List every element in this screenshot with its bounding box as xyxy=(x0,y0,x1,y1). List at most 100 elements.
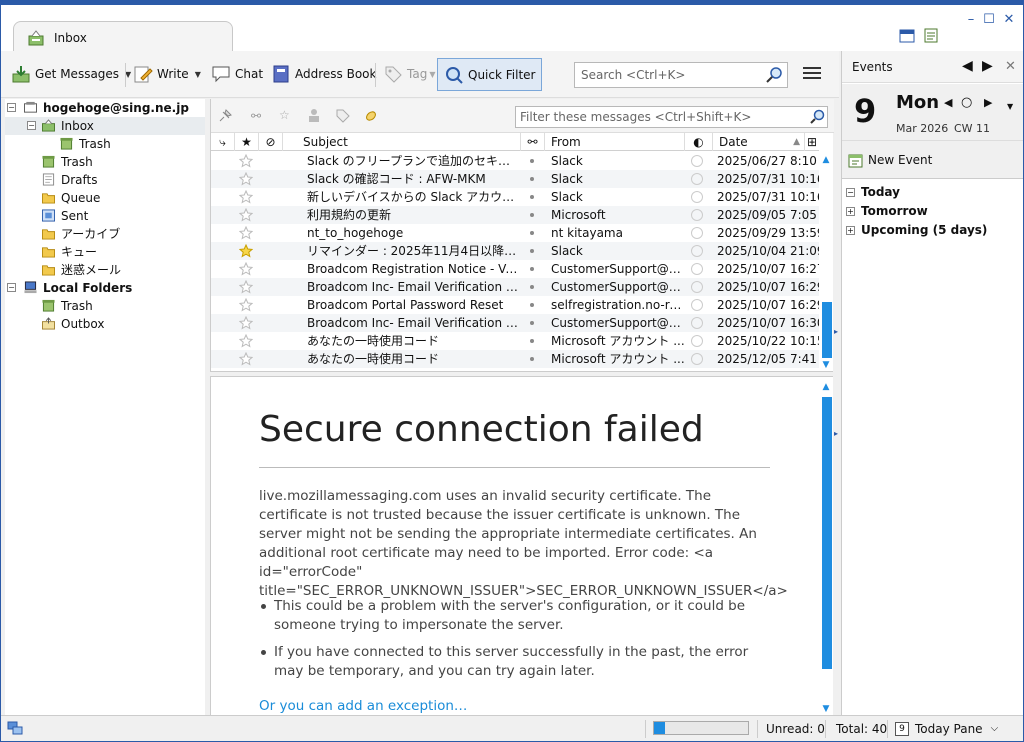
junk-status-icon[interactable] xyxy=(691,299,703,311)
folder-item[interactable]: Trash xyxy=(5,153,205,171)
calendar-tab-icon[interactable] xyxy=(899,27,915,43)
agenda-today[interactable]: − Today xyxy=(846,185,900,199)
read-status-icon[interactable] xyxy=(530,177,534,181)
collapse-arrow-icon[interactable]: ▸ xyxy=(834,429,838,438)
scroll-up-icon[interactable]: ▲ xyxy=(819,381,833,393)
message-pane-scrollbar[interactable]: ▲ ▼ xyxy=(819,379,833,715)
message-list-scrollbar[interactable]: ▲ ▼ xyxy=(819,152,833,371)
collapse-icon[interactable]: − xyxy=(27,121,36,130)
read-status-icon[interactable] xyxy=(530,249,534,253)
read-status-icon[interactable] xyxy=(530,231,534,235)
message-row[interactable]: あなたの一時使用コード Microsoft アカウント ... 2025/10/22… xyxy=(211,332,825,350)
message-row[interactable]: 利用規約の更新 Microsoft 2025/09/05 7:05 xyxy=(211,206,819,224)
junk-status-icon[interactable] xyxy=(691,191,703,203)
write-button[interactable]: Write ▼ xyxy=(133,59,201,89)
new-event-button[interactable]: New Event xyxy=(842,141,1023,179)
attachment-column-icon[interactable]: ⊘ xyxy=(259,133,283,151)
previous-day-icon[interactable]: ◀ xyxy=(944,96,952,109)
scroll-up-icon[interactable]: ▲ xyxy=(819,154,833,166)
next-icon[interactable]: ▶ xyxy=(982,58,993,74)
read-status-icon[interactable] xyxy=(530,195,534,199)
read-status-icon[interactable] xyxy=(530,321,534,325)
collapse-icon[interactable]: − xyxy=(7,283,16,292)
quick-filter-button[interactable]: Quick Filter xyxy=(437,58,543,91)
thread-toggle-icon[interactable]: ⚯ xyxy=(251,109,261,123)
date-column-header[interactable]: Date ▲ xyxy=(713,133,805,151)
next-day-icon[interactable]: ▶ xyxy=(984,96,992,109)
chevron-down-icon[interactable]: ▼ xyxy=(1007,102,1013,111)
subject-column-header[interactable]: Subject xyxy=(283,133,521,151)
sticky-pin-icon[interactable] xyxy=(217,108,233,127)
message-row[interactable]: Broadcom Inc- Email Verification Code Cus… xyxy=(211,314,825,332)
scroll-down-icon[interactable]: ▼ xyxy=(819,703,833,715)
folder-item[interactable]: アーカイブ xyxy=(5,225,205,243)
from-column-header[interactable]: From xyxy=(545,133,685,151)
tag-button[interactable]: Tag ▼ xyxy=(383,59,435,89)
online-status-icon[interactable] xyxy=(7,720,23,739)
junk-status-icon[interactable] xyxy=(691,227,703,239)
star-icon[interactable] xyxy=(238,333,254,348)
scrollbar-thumb[interactable] xyxy=(822,302,832,358)
folder-pane-splitter[interactable] xyxy=(205,99,209,715)
star-icon[interactable] xyxy=(238,207,254,222)
star-icon[interactable] xyxy=(238,315,254,330)
star-icon[interactable] xyxy=(238,297,254,312)
junk-status-icon[interactable] xyxy=(691,335,703,347)
folder-item[interactable]: Trash xyxy=(5,135,205,153)
minimize-icon[interactable]: – xyxy=(963,13,979,29)
read-status-icon[interactable] xyxy=(530,357,534,361)
folder-item[interactable]: − Inbox xyxy=(5,117,205,135)
junk-status-icon[interactable] xyxy=(691,263,703,275)
tab-inbox[interactable]: Inbox xyxy=(13,21,233,55)
read-status-icon[interactable] xyxy=(530,159,534,163)
folder-item[interactable]: − Local Folders xyxy=(5,279,205,297)
thread-column-icon[interactable]: ⤷ xyxy=(211,133,235,151)
star-icon[interactable] xyxy=(238,225,254,240)
star-icon[interactable] xyxy=(238,351,254,366)
previous-icon[interactable]: ◀ xyxy=(962,58,973,74)
chat-button[interactable]: Chat xyxy=(211,59,263,89)
message-row[interactable]: 新しいデバイスからの Slack アカウン... Slack 2025/07/31 … xyxy=(211,188,825,206)
scroll-down-icon[interactable]: ▼ xyxy=(819,359,833,371)
junk-status-icon[interactable] xyxy=(691,353,703,365)
close-icon[interactable]: ✕ xyxy=(1005,59,1016,74)
collapse-arrow-icon[interactable]: ▸ xyxy=(834,327,838,336)
maximize-icon[interactable]: ☐ xyxy=(981,13,997,29)
add-exception-link[interactable]: Or you can add an exception… xyxy=(259,698,467,714)
filter-messages-input[interactable]: Filter these messages <Ctrl+Shift+K> xyxy=(515,106,828,128)
folder-item[interactable]: 迷惑メール xyxy=(5,261,205,279)
today-circle-icon[interactable]: ○ xyxy=(961,95,972,110)
junk-status-icon[interactable] xyxy=(691,317,703,329)
collapse-icon[interactable]: − xyxy=(7,103,16,112)
read-status-icon[interactable] xyxy=(530,285,534,289)
read-status-icon[interactable] xyxy=(530,267,534,271)
folder-item[interactable]: Outbox xyxy=(5,315,205,333)
message-row[interactable]: Broadcom Inc- Email Verification Code Cus… xyxy=(211,278,825,296)
message-row[interactable]: nt_to_hogehoge nt kitayama 2025/09/29 13:5… xyxy=(211,224,825,242)
agenda-upcoming[interactable]: + Upcoming (5 days) xyxy=(846,223,987,237)
star-icon[interactable] xyxy=(238,189,254,204)
chevron-down-icon[interactable]: ▼ xyxy=(195,70,201,79)
message-row[interactable]: Slack のフリープランで追加のセキュ... Slack 2025/06/27 8… xyxy=(211,152,819,170)
today-pane-splitter[interactable]: ▸ ▸ xyxy=(834,99,840,715)
column-picker-icon[interactable]: ⊞ xyxy=(805,133,819,151)
message-row[interactable]: Broadcom Registration Notice - Verificat… xyxy=(211,260,825,278)
message-row[interactable]: Slack の確認コード : AFW-MKM Slack 2025/07/31 10… xyxy=(211,170,825,188)
search-input[interactable]: Search <Ctrl+K> xyxy=(574,62,788,88)
read-status-icon[interactable] xyxy=(530,339,534,343)
star-icon[interactable] xyxy=(238,279,254,294)
junk-status-icon[interactable] xyxy=(691,155,703,167)
star-icon[interactable] xyxy=(238,243,254,258)
tag-filter-icon[interactable] xyxy=(335,108,351,127)
read-status-icon[interactable] xyxy=(530,213,534,217)
starred-filter-icon[interactable]: ☆ xyxy=(279,108,290,122)
folder-item[interactable]: Drafts xyxy=(5,171,205,189)
junk-status-icon[interactable] xyxy=(691,245,703,257)
close-icon[interactable]: ✕ xyxy=(1001,13,1017,29)
folder-item[interactable]: Sent xyxy=(5,207,205,225)
contact-filter-icon[interactable] xyxy=(307,107,321,126)
get-messages-button[interactable]: Get Messages ▼ xyxy=(11,59,131,89)
junk-column-icon[interactable]: ◐ xyxy=(685,133,713,151)
star-icon[interactable] xyxy=(238,153,254,168)
junk-status-icon[interactable] xyxy=(691,173,703,185)
